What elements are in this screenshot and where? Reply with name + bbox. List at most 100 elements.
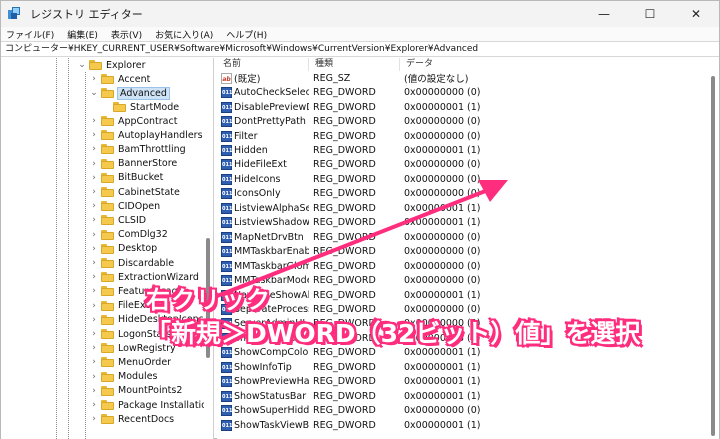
chevron-right-icon[interactable]: › — [89, 315, 99, 325]
chevron-right-icon[interactable]: › — [89, 357, 99, 367]
maximize-button[interactable]: ☐ — [627, 1, 673, 27]
table-row[interactable]: 011 ShowCompColor REG_DWORD 0x00000001 (1) — [217, 346, 707, 361]
chevron-right-icon[interactable]: › — [89, 159, 99, 169]
chevron-down-icon[interactable]: ⌄ — [89, 88, 99, 98]
table-row[interactable]: 011 ServerAdminUI REG_DWORD 0x00000000 (0) — [217, 317, 707, 332]
value-name-cell: 011NavPaneShowAllFolders — [217, 289, 309, 301]
chevron-right-icon[interactable]: › — [89, 244, 99, 254]
value-name: NavPaneShowAllFolders — [234, 289, 309, 301]
tree-item[interactable]: › ComDlg32 — [89, 228, 168, 242]
chevron-right-icon[interactable]: › — [89, 130, 99, 140]
table-row[interactable]: 011DisablePreviewD... REG_DWORD 0x00000001… — [217, 100, 707, 115]
menu-edit[interactable]: 編集(E) — [67, 28, 98, 41]
chevron-right-icon[interactable]: › — [89, 301, 99, 311]
tree-item[interactable]: › CLSID — [89, 213, 146, 227]
tree-scrollbar-thumb[interactable] — [206, 238, 210, 358]
chevron-right-icon[interactable]: › — [89, 386, 99, 396]
column-header-data[interactable]: データ — [400, 58, 700, 71]
chevron-right-icon[interactable]: › — [89, 201, 99, 211]
table-row[interactable]: 011 DontPrettyPath REG_DWORD 0x00000000 (0) — [217, 114, 707, 129]
table-row[interactable]: 011ShowPreviewHan... REG_DWORD 0x00000001 … — [217, 374, 707, 389]
tree-item[interactable]: › MountPoints2 — [89, 384, 182, 398]
value-name-cell: 011 ShowInfoTip — [217, 361, 309, 373]
chevron-right-icon[interactable]: › — [89, 272, 99, 282]
value-type: REG_DWORD — [313, 188, 376, 200]
chevron-right-icon[interactable]: › — [89, 258, 99, 268]
chevron-right-icon[interactable]: › — [89, 329, 99, 339]
tree-item[interactable]: › FeatureUsage — [89, 284, 183, 298]
tree-item[interactable]: › LowRegistry — [89, 341, 175, 355]
tree-item[interactable]: › FileExts — [89, 299, 154, 313]
binary-value-icon: 011 — [221, 376, 232, 388]
tree-item[interactable]: › Modules — [89, 370, 157, 384]
table-row[interactable]: 011NavPaneShowAllFolders REG_DWORD 0x00000… — [217, 288, 707, 303]
chevron-right-icon[interactable]: › — [89, 343, 99, 353]
tree-item[interactable]: › HideDesktopIcons — [89, 313, 203, 327]
table-row[interactable]: 011 IconsOnly REG_DWORD 0x00000000 (0) — [217, 187, 707, 202]
minimize-button[interactable]: — — [581, 1, 627, 27]
tree-item[interactable]: › BamThrottling — [89, 142, 186, 156]
tree-item-accent[interactable]: › Accent — [89, 72, 150, 86]
tree-item-advanced[interactable]: ⌄ Advanced — [89, 86, 170, 100]
table-row[interactable]: 011 ShowInfoTip REG_DWORD 0x00000001 (1) — [217, 360, 707, 375]
table-row[interactable]: 011 Filter REG_DWORD 0x00000000 (0) — [217, 129, 707, 144]
chevron-right-icon[interactable]: › — [89, 116, 99, 126]
tree-item[interactable]: › CIDOpen — [89, 199, 160, 213]
chevron-right-icon[interactable]: › — [89, 414, 99, 424]
tree-item[interactable]: › CabinetState — [89, 185, 180, 199]
table-row[interactable]: 011MMTaskbarEnabl... REG_DWORD 0x00000000 … — [217, 244, 707, 259]
table-row[interactable]: 011ShellMigrationLevel REG_DWORD 0x0000000… — [217, 331, 707, 346]
chevron-right-icon[interactable]: › — [89, 74, 99, 84]
key-tree-pane[interactable]: ⌄ Explorer › Accent ⌄ Advanced StartMode… — [1, 58, 214, 439]
chevron-down-icon[interactable]: ⌄ — [77, 60, 87, 70]
menu-favorites[interactable]: お気に入り(A) — [155, 28, 213, 41]
tree-item[interactable]: › LogonStats — [89, 327, 171, 341]
tree-item[interactable]: › Desktop — [89, 242, 157, 256]
table-row[interactable]: 011ShowSuperHidden REG_DWORD 0x00000000 (0… — [217, 403, 707, 418]
table-row[interactable]: 011 MapNetDrvBtn REG_DWORD 0x00000000 (0) — [217, 230, 707, 245]
table-row[interactable]: 011 MMTaskbarMode REG_DWORD 0x00000000 (0) — [217, 273, 707, 288]
chevron-right-icon[interactable]: › — [89, 144, 99, 154]
column-header-name[interactable]: 名前 — [217, 58, 309, 71]
chevron-right-icon[interactable]: › — [89, 187, 99, 197]
tree-item[interactable]: › ExtractionWizard — [89, 270, 199, 284]
chevron-right-icon[interactable]: › — [89, 215, 99, 225]
menu-help[interactable]: ヘルプ(H) — [226, 28, 267, 41]
tree-item-startmode[interactable]: StartMode — [113, 100, 179, 114]
menu-file[interactable]: ファイル(F) — [6, 28, 54, 41]
tree-item[interactable]: › RecentDocs — [89, 412, 174, 426]
table-row[interactable]: 011 SeparateProcess REG_DWORD 0x00000000 (0… — [217, 302, 707, 317]
chevron-right-icon[interactable]: › — [89, 286, 99, 296]
tree-item[interactable]: › Discardable — [89, 256, 174, 270]
tree-item[interactable]: › AppContract — [89, 114, 177, 128]
tree-item[interactable]: › BannerStore — [89, 157, 177, 171]
tree-item[interactable]: › MenuOrder — [89, 355, 171, 369]
tree-item-label: AppContract — [118, 115, 178, 127]
table-row[interactable]: 011ShowTaskViewBu... REG_DWORD 0x00000001 … — [217, 418, 707, 433]
column-header-type[interactable]: 種類 — [309, 58, 400, 71]
table-row[interactable]: 011 Hidden REG_DWORD 0x00000001 (1) — [217, 143, 707, 158]
chevron-right-icon[interactable]: › — [89, 372, 99, 382]
table-row[interactable]: 011 ShowStatusBar REG_DWORD 0x00000001 (1) — [217, 389, 707, 404]
chevron-right-icon[interactable]: › — [89, 173, 99, 183]
chevron-right-icon[interactable]: › — [89, 230, 99, 240]
table-row[interactable]: ab (既定) REG_SZ (値の設定なし) — [217, 71, 707, 86]
chevron-right-icon[interactable]: › — [89, 400, 99, 410]
close-button[interactable]: ✕ — [673, 1, 719, 27]
table-row[interactable]: 011 HideIcons REG_DWORD 0x00000000 (0) — [217, 172, 707, 187]
table-row[interactable]: 011 AutoCheckSelect REG_DWORD 0x00000000 (0… — [217, 85, 707, 100]
tree-item-explorer[interactable]: ⌄ Explorer — [77, 58, 145, 72]
value-type: REG_DWORD — [313, 347, 376, 359]
table-row[interactable]: 011ListviewAlphaSel... REG_DWORD 0x0000000… — [217, 201, 707, 216]
list-scrollbar-thumb[interactable] — [711, 76, 715, 436]
tree-item[interactable]: › BitBucket — [89, 171, 163, 185]
table-row[interactable]: 011MMTaskbarGlom... REG_DWORD 0x00000000 (… — [217, 259, 707, 274]
values-list-pane[interactable]: 名前 種類 データ ab (既定) REG_SZ (値の設定なし) 011 AutoChe… — [217, 58, 719, 439]
tree-item[interactable]: › AutoplayHandlers — [89, 128, 202, 142]
table-row[interactable]: 011 HideFileExt REG_DWORD 0x00000000 (0) — [217, 158, 707, 173]
table-row[interactable]: 011 ListviewShadow REG_DWORD 0x00000001 (1) — [217, 216, 707, 231]
tree-item[interactable]: › Package Installation — [89, 398, 213, 412]
value-data: 0x00000001 (1) — [404, 419, 481, 431]
menu-view[interactable]: 表示(V) — [111, 28, 142, 41]
address-bar[interactable]: コンピューター¥HKEY_CURRENT_USER¥Software¥Micro… — [1, 41, 719, 57]
